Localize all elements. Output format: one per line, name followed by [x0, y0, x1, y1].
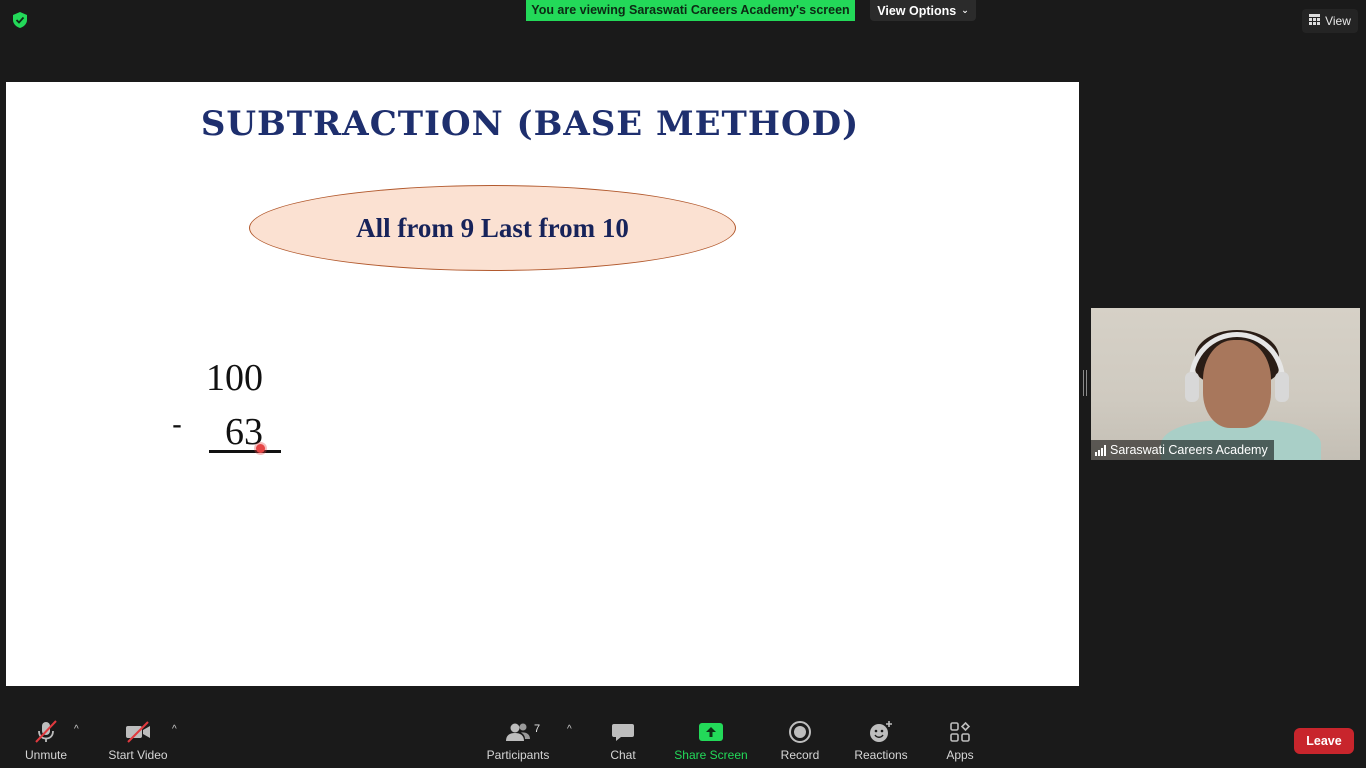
share-screen-button[interactable]: Share Screen	[674, 718, 748, 768]
view-button-label: View	[1325, 14, 1351, 28]
reactions-button[interactable]: Reactions	[852, 718, 910, 768]
chat-label: Chat	[610, 748, 636, 762]
video-options-caret[interactable]: ^	[172, 724, 177, 735]
apps-label: Apps	[946, 748, 974, 762]
leave-button[interactable]: Leave	[1294, 728, 1354, 754]
start-video-label: Start Video	[108, 748, 168, 762]
minuend: 100	[206, 357, 263, 399]
laser-pointer-icon	[256, 444, 265, 453]
record-label: Record	[780, 748, 820, 762]
participant-video-tile[interactable]: Saraswati Careers Academy	[1091, 308, 1360, 460]
video-camera-off-icon	[124, 718, 152, 746]
meeting-toolbar: Unmute ^ Start Video ^ Participants 7 ^ …	[0, 712, 1366, 768]
grid-view-icon	[1309, 14, 1321, 28]
chat-bubble-icon	[611, 718, 635, 746]
unmute-label: Unmute	[24, 748, 68, 762]
audio-options-caret[interactable]: ^	[74, 724, 79, 735]
reactions-label: Reactions	[854, 748, 908, 762]
headphone-right-cup	[1275, 372, 1289, 402]
participant-name: Saraswati Careers Academy	[1110, 443, 1268, 457]
share-screen-label: Share Screen	[674, 748, 748, 762]
apps-button[interactable]: Apps	[942, 718, 978, 768]
share-screen-icon	[698, 718, 724, 746]
participants-count: 7	[534, 723, 541, 735]
signal-strength-icon	[1095, 444, 1106, 456]
participants-icon	[504, 718, 532, 746]
rule-text: All from 9 Last from 10	[356, 212, 629, 243]
view-options-label: View Options	[877, 3, 957, 18]
headphone-left-cup	[1185, 372, 1199, 402]
microphone-muted-icon	[33, 718, 59, 746]
chat-button[interactable]: Chat	[603, 718, 643, 768]
record-button[interactable]: Record	[778, 718, 822, 768]
chevron-down-icon: ⌄	[961, 5, 969, 15]
smiley-plus-icon	[868, 718, 894, 746]
participants-label: Participants	[486, 748, 550, 762]
rule-ellipse: All from 9 Last from 10	[249, 185, 736, 271]
start-video-button[interactable]: Start Video	[106, 718, 170, 768]
shield-check-icon[interactable]	[11, 11, 29, 29]
slide-title: SUBTRACTION (BASE METHOD)	[200, 104, 860, 144]
shared-screen: SUBTRACTION (BASE METHOD) All from 9 Las…	[6, 82, 1079, 686]
unmute-button[interactable]: Unmute	[22, 718, 70, 768]
sum-underline	[209, 450, 281, 453]
participants-options-caret[interactable]: ^	[567, 724, 572, 735]
view-options-button[interactable]: View Options ⌄	[870, 0, 976, 21]
participant-name-label: Saraswati Careers Academy	[1091, 440, 1274, 460]
panel-resize-handle[interactable]	[1083, 370, 1087, 396]
view-button[interactable]: View	[1302, 9, 1358, 33]
viewing-screen-banner: You are viewing Saraswati Careers Academ…	[526, 0, 855, 21]
participants-button[interactable]: Participants	[484, 718, 552, 768]
zoom-meeting-window: You are viewing Saraswati Careers Academ…	[0, 0, 1366, 768]
minus-sign: -	[172, 408, 182, 441]
record-icon	[788, 718, 812, 746]
apps-icon	[949, 718, 971, 746]
